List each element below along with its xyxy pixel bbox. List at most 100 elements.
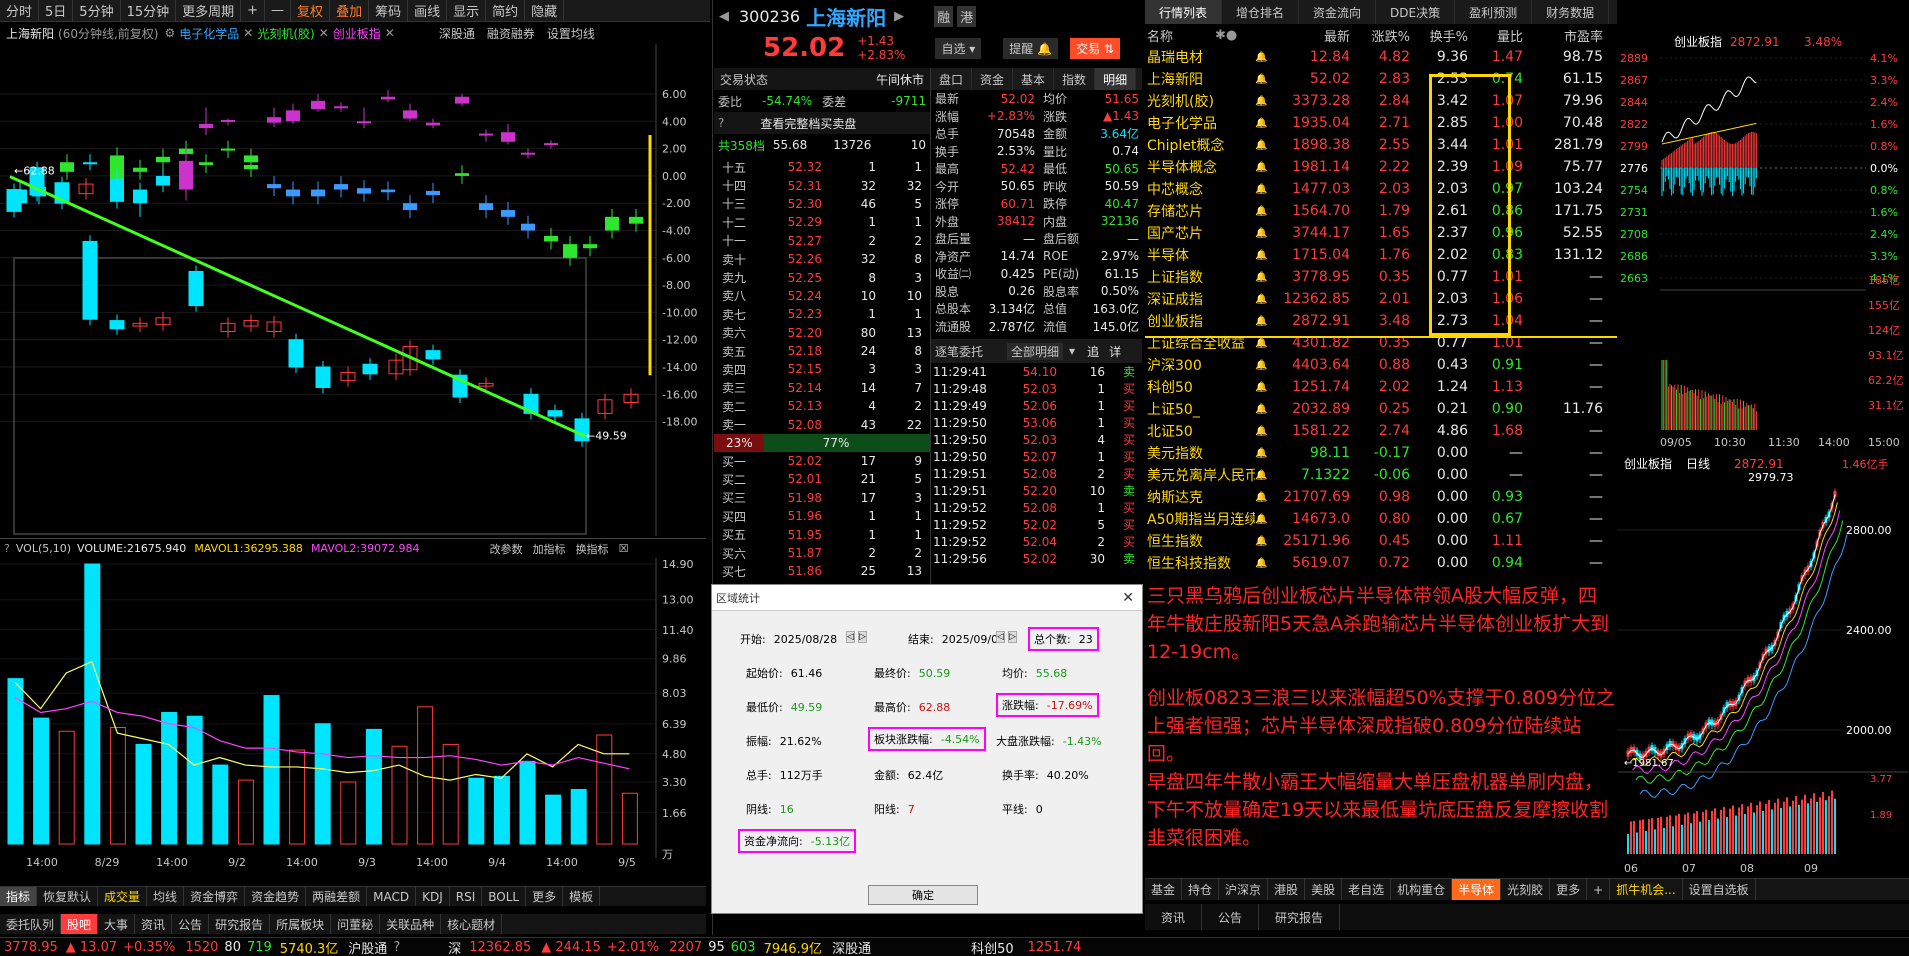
kline-chart[interactable]: 6.00 4.00 2.00 0.00 -2.00 -4.00 -6.00 -8.00 -10.… — [0, 44, 706, 536]
order-level[interactable]: 十四 52.31 32 32 — [714, 176, 930, 194]
bell-icon[interactable]: 🔔 — [1255, 536, 1275, 547]
gem-intraday-chart[interactable]: 创业板指 2872.91 3.48% 2889 4.1% 2867 3.3% 2844 2.4%… — [1618, 32, 1909, 454]
detail-tab[interactable]: 基本 — [1013, 68, 1055, 90]
full-queue-button[interactable]: 查看完整档买卖盘 — [760, 115, 856, 132]
detail-tab[interactable]: 逐笔 — [1136, 68, 1142, 90]
toolbar-item[interactable]: 5日 — [39, 0, 74, 21]
bell-icon[interactable]: 🔔 — [1255, 74, 1275, 85]
order-level[interactable]: 十一 52.27 2 2 — [714, 232, 930, 250]
bell-icon[interactable]: 🔔 — [1255, 382, 1275, 393]
order-level[interactable]: 买六 51.87 2 2 — [714, 544, 930, 562]
order-level[interactable]: 卖五 52.18 24 8 — [714, 342, 930, 360]
rank-tab[interactable]: DDE决策 — [1376, 0, 1456, 24]
ok-button[interactable]: 确定 — [868, 885, 978, 905]
bell-icon[interactable]: 🔔 — [1255, 558, 1275, 569]
rank-row[interactable]: 国产芯片 🔔 3744.17 1.65 2.37 0.96 52.55 — [1145, 222, 1617, 244]
toolbar-item[interactable]: 显示 — [447, 0, 487, 21]
bottom-tab[interactable]: 恢复默认 — [37, 887, 99, 906]
sector-tab[interactable]: 更多 — [1550, 879, 1588, 900]
trade-button[interactable]: 交易 ⇅ — [1070, 37, 1120, 59]
sector-tab[interactable]: + — [1587, 879, 1611, 900]
rank-row[interactable]: 美元指数 🔔 98.11 -0.17 0.00— — — [1145, 442, 1617, 464]
prev-icon[interactable]: ◀ — [719, 9, 729, 24]
order-level[interactable]: 卖七 52.23 1 1 — [714, 305, 930, 323]
rank-row[interactable]: 半导体概念 🔔 1981.14 2.22 2.39 1.09 75.77 — [1145, 156, 1617, 178]
order-level[interactable]: 十二 52.29 1 1 — [714, 213, 930, 231]
sector-tab[interactable]: 美股 — [1305, 879, 1343, 900]
rank-tab[interactable]: 增仓排名 — [1222, 0, 1300, 24]
rank-row[interactable]: 恒生指数 🔔 25171.96 0.45 0.00 1.11— — [1145, 530, 1617, 552]
toolbar-item[interactable]: 画线 — [408, 0, 448, 21]
sector-tab[interactable]: 基金 — [1145, 879, 1183, 900]
toolbar-item[interactable]: 叠加 — [330, 0, 370, 21]
bell-icon[interactable]: 🔔 — [1255, 228, 1275, 239]
bottom-tab[interactable]: 资讯 — [135, 914, 173, 934]
order-level[interactable]: 买七 51.86 25 13 — [714, 562, 930, 580]
overlay-gem[interactable]: 创业板指 — [329, 25, 381, 42]
bell-icon[interactable]: 🔔 — [1255, 470, 1275, 481]
rank-row[interactable]: 科创50 🔔 1251.74 2.02 1.24 1.13— — [1145, 376, 1617, 398]
bottom-tab[interactable]: 成交量 — [98, 887, 148, 906]
bell-icon[interactable]: 🔔 — [1255, 52, 1275, 63]
bell-icon[interactable]: 🔔 — [1255, 184, 1275, 195]
close-icon[interactable]: ☒ — [609, 542, 629, 555]
rank-tab[interactable]: 行情列表 — [1145, 0, 1223, 24]
rank-row[interactable]: 纳斯达克 🔔 21707.69 0.98 0.00 0.93— — [1145, 486, 1617, 508]
rank-row[interactable]: 深证成指 🔔 12362.85 2.01 2.03 1.06— — [1145, 288, 1617, 310]
tab-hk-connect[interactable]: 深股通 — [395, 25, 475, 42]
toolbar-item[interactable]: 更多周期 — [176, 0, 242, 21]
tab-margin[interactable]: 融资融券 — [475, 25, 535, 42]
toolbar-item[interactable]: 筹码 — [369, 0, 409, 21]
bottom-tab[interactable]: 更多 — [526, 887, 564, 906]
bell-icon[interactable]: 🔔 — [1255, 272, 1275, 283]
bell-icon[interactable]: 🔔 — [1255, 118, 1275, 129]
sector-tab[interactable]: 抓牛机会... — [1610, 879, 1683, 900]
sector-tab[interactable]: 沪深京 — [1219, 879, 1269, 900]
rank-row[interactable]: 北证50 🔔 1581.22 2.74 4.86 1.68— — [1145, 420, 1617, 442]
order-level[interactable]: 卖三 52.14 14 7 — [714, 379, 930, 397]
bell-icon[interactable]: 🔔 — [1255, 360, 1275, 371]
order-level[interactable]: 卖十 52.26 32 8 — [714, 250, 930, 268]
bottom-tab[interactable]: 指标 — [0, 887, 38, 906]
rank-row[interactable]: 上证50_ 🔔 2032.89 0.25 0.21 0.90 11.76 — [1145, 398, 1617, 420]
tab-ma-settings[interactable]: 设置均线 — [535, 25, 595, 42]
rank-tab[interactable]: 盈利预测 — [1455, 0, 1533, 24]
toolbar-item[interactable]: 简约 — [486, 0, 526, 21]
rank-row[interactable]: 创业板指 🔔 2872.91 3.48 2.73 1.04— — [1145, 310, 1617, 332]
rank-row[interactable]: 中芯概念 🔔 1477.03 2.03 2.03 0.97 103.24 — [1145, 178, 1617, 200]
overlay-litho[interactable]: 光刻机(胶) — [253, 25, 314, 42]
sector-tab[interactable]: 设置自选板 — [1683, 879, 1756, 900]
rank-tab[interactable]: 财务数据 — [1532, 0, 1610, 24]
bottom-tab[interactable]: 公告 — [172, 914, 210, 934]
edit-param-button[interactable]: 改参数 — [420, 541, 523, 557]
order-level[interactable]: 卖一 52.08 43 22 — [714, 415, 930, 433]
alert-button[interactable]: 提醒 🔔 — [1003, 37, 1059, 59]
bell-icon[interactable]: 🔔 — [1255, 426, 1275, 437]
rank-tab[interactable]: 资金流向 — [1299, 0, 1377, 24]
rank-row[interactable]: 晶瑞电材 🔔 12.84 4.82 9.36 1.47 98.75 — [1145, 46, 1617, 68]
rank-row[interactable]: 半导体 🔔 1715.04 1.76 2.02 0.83 131.12 — [1145, 244, 1617, 266]
rank-row[interactable]: 美元兑离岸人民币 🔔 7.1322 -0.06 0.00— — — [1145, 464, 1617, 486]
bottom-tab[interactable]: RSI — [450, 887, 483, 906]
order-level[interactable]: 买一 52.02 17 9 — [714, 452, 930, 470]
rank-row[interactable]: 光刻机(胶) 🔔 3373.28 2.84 3.42 1.07 79.96 — [1145, 90, 1617, 112]
rank-row[interactable]: 恒生科技指数 🔔 5619.07 0.72 0.00 0.94— — [1145, 552, 1617, 574]
bottom-tab[interactable]: 股吧 — [61, 914, 99, 934]
bottom-tab[interactable]: 核心题材 — [441, 914, 503, 934]
sector-tab[interactable]: 持仓 — [1182, 879, 1220, 900]
bell-icon[interactable]: 🔔 — [1255, 250, 1275, 261]
bell-icon[interactable]: 🔔 — [1255, 448, 1275, 459]
switch-indicator-button[interactable]: 换指标 — [566, 541, 609, 557]
chase-button[interactable]: 追 — [1087, 343, 1099, 360]
toolbar-item[interactable]: 5分钟 — [73, 0, 121, 21]
gear-icon[interactable]: ⚙ — [158, 26, 175, 40]
order-level[interactable]: 十五 52.32 1 1 — [714, 158, 930, 176]
bell-icon[interactable]: 🔔 — [1255, 338, 1275, 349]
detail-tab[interactable]: 盘口 — [931, 68, 973, 90]
order-level[interactable]: 卖六 52.20 80 13 — [714, 324, 930, 342]
order-level[interactable]: 卖八 52.24 10 10 — [714, 287, 930, 305]
rank-row[interactable]: 存储芯片 🔔 1564.70 1.79 2.61 0.86 171.75 — [1145, 200, 1617, 222]
rank-row[interactable]: 电子化学品 🔔 1935.04 2.71 2.85 1.00 70.48 — [1145, 112, 1617, 134]
sector-tab[interactable]: 机构重仓 — [1391, 879, 1453, 900]
rank-tab[interactable]: 阶段统计 — [1609, 0, 1617, 24]
